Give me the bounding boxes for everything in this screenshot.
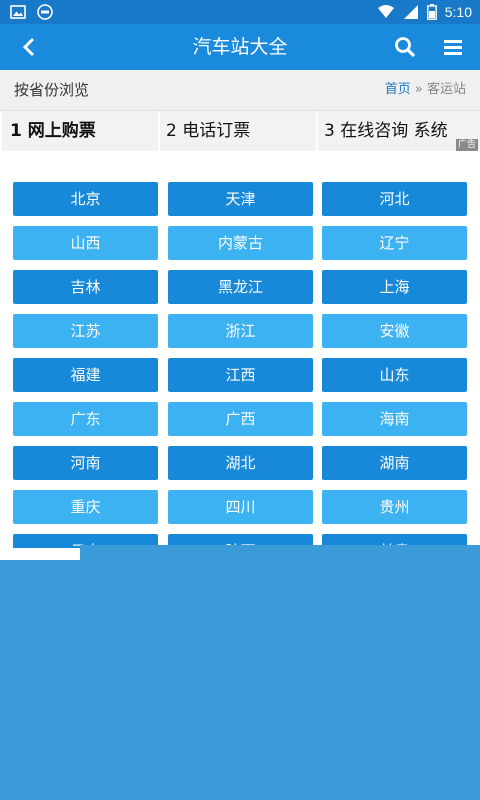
province-button[interactable]: 江西	[168, 358, 313, 392]
province-button[interactable]: 江苏	[13, 314, 158, 348]
image-icon	[10, 5, 26, 19]
province-grid: 北京 天津 河北山西 内蒙古 辽宁吉林 黑龙江 上海江苏 浙江 安徽福建 江西 山东广东 广西 海南河南…	[0, 153, 480, 548]
province-button[interactable]: 湖南	[322, 446, 467, 480]
breadcrumb: 按省份浏览 首页 » 客运站	[0, 70, 480, 111]
province-button[interactable]: 吉林	[13, 270, 158, 304]
breadcrumb-links: 首页 » 客运站	[385, 82, 466, 98]
province-button[interactable]: 辽宁	[322, 226, 467, 260]
ad-badge: 广告	[455, 139, 478, 151]
breadcrumb-home-link[interactable]: 首页	[385, 82, 411, 97]
province-button[interactable]: 河北	[322, 182, 467, 216]
wifi-icon	[377, 5, 394, 18]
breadcrumb-current: 客运站	[426, 82, 466, 97]
province-button[interactable]: 浙江	[168, 314, 313, 348]
province-button[interactable]: 贵州	[322, 490, 467, 524]
province-button[interactable]: 广西	[168, 402, 313, 436]
status-time: 5:10	[444, 4, 472, 20]
province-button[interactable]: 天津	[168, 182, 313, 216]
ad-item-phone-booking[interactable]: 2 电话订票	[160, 111, 316, 151]
status-bar: 5:10	[0, 0, 480, 24]
search-icon[interactable]	[394, 36, 416, 58]
province-button[interactable]: 四川	[168, 490, 313, 524]
province-button[interactable]: 海南	[322, 402, 467, 436]
province-button[interactable]: 山东	[322, 358, 467, 392]
breadcrumb-separator: »	[414, 82, 423, 97]
province-button[interactable]: 北京	[13, 182, 158, 216]
province-button[interactable]: 福建	[13, 358, 158, 392]
section-title: 按省份浏览	[14, 81, 90, 99]
province-button[interactable]: 重庆	[13, 490, 158, 524]
province-button[interactable]: 河南	[13, 446, 158, 480]
status-left	[10, 3, 54, 21]
overlay-panel	[0, 560, 480, 800]
vpn-icon	[37, 4, 53, 20]
signal-icon	[403, 5, 418, 19]
ad-item-online-ticket[interactable]: 1 网上购票	[2, 111, 158, 151]
province-button[interactable]: 黑龙江	[168, 270, 313, 304]
province-button[interactable]: 湖北	[168, 446, 313, 480]
province-button[interactable]: 内蒙古	[168, 226, 313, 260]
province-button[interactable]: 山西	[13, 226, 158, 260]
province-button[interactable]: 广东	[13, 402, 158, 436]
menu-icon[interactable]	[442, 36, 464, 58]
status-right: 5:10	[377, 3, 472, 21]
battery-icon	[426, 4, 437, 20]
overlay-panel-top	[80, 545, 480, 561]
ad-bar: 1 网上购票 2 电话订票 3 在线咨询 系统 广告	[0, 111, 480, 153]
province-button[interactable]: 上海	[322, 270, 467, 304]
province-button[interactable]: 安徽	[322, 314, 467, 348]
app-bar: 汽车站大全	[0, 24, 480, 70]
